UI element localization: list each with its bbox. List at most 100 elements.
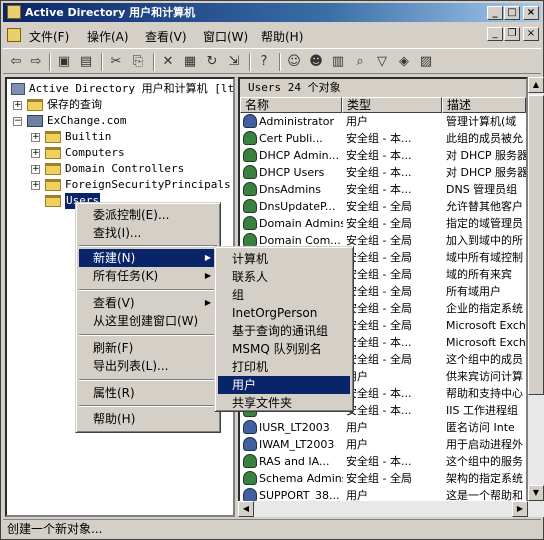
table-row[interactable]: Schema Admins 安全组 - 全局 架构的指定系统: [240, 470, 526, 487]
new-ou-icon[interactable]: ▥: [329, 53, 347, 71]
submenu-item-contact[interactable]: 联系人: [218, 268, 350, 286]
menu-item-new-window[interactable]: 从这里创建窗口(W): [79, 312, 217, 330]
back-arrow-icon[interactable]: ⇦: [7, 53, 25, 71]
vertical-scrollbar[interactable]: ▲ ▼: [528, 77, 544, 517]
expand-toggle[interactable]: +: [13, 101, 22, 110]
submenu-item-group[interactable]: 组: [218, 286, 350, 304]
domain-icon[interactable]: ▨: [417, 53, 435, 71]
table-row[interactable]: RAS and IA... 安全组 - 本... 这个组中的服务: [240, 453, 526, 470]
scroll-right-button[interactable]: ▶: [512, 501, 528, 517]
cell-type: 用户: [346, 438, 368, 451]
scroll-thumb[interactable]: [528, 95, 544, 395]
mdi-close-button[interactable]: ×: [523, 27, 539, 41]
expand-toggle[interactable]: −: [13, 117, 22, 126]
cell-name: Cert Publi...: [259, 132, 323, 145]
help-icon[interactable]: ?: [255, 53, 273, 71]
table-row[interactable]: DHCP Users 安全组 - 本... 对 DHCP 服务器: [240, 164, 526, 181]
menu-item-export-list[interactable]: 导出列表(L)...: [79, 357, 217, 375]
submenu-item-shared-folder[interactable]: 共享文件夹: [218, 394, 350, 412]
scroll-up-button[interactable]: ▲: [528, 77, 544, 93]
expand-toggle[interactable]: +: [31, 133, 40, 142]
menu-item-view[interactable]: 查看(V) ▶: [79, 294, 217, 312]
cell-name: Administrator: [259, 115, 334, 128]
folder-icon: [45, 147, 61, 159]
menu-item-all-tasks[interactable]: 所有任务(K) ▶: [79, 267, 217, 285]
scroll-left-button[interactable]: ◀: [238, 501, 254, 517]
submenu-item-computer[interactable]: 计算机: [218, 250, 350, 268]
menu-window[interactable]: 窗口(W): [203, 28, 248, 45]
cell-name: Schema Admins: [259, 472, 343, 485]
add-to-group-icon[interactable]: ◈: [395, 53, 413, 71]
menu-action[interactable]: 操作(A): [87, 28, 129, 45]
user-icon: [243, 420, 257, 434]
show-tree-icon[interactable]: ▤: [77, 53, 95, 71]
find-icon[interactable]: ⌕: [351, 53, 369, 71]
submenu-item-user[interactable]: 用户: [218, 376, 350, 394]
menu-separator: [79, 245, 217, 247]
cell-type: 安全组 - 本...: [346, 387, 412, 400]
column-header-type[interactable]: 类型: [342, 97, 442, 113]
mdi-minimize-button[interactable]: _: [487, 27, 503, 41]
horizontal-scrollbar[interactable]: ◀ ▶: [238, 501, 528, 517]
table-row[interactable]: DnsUpdateP... 安全组 - 全局 允许替其他客户: [240, 198, 526, 215]
app-icon: [7, 5, 21, 19]
new-user-icon[interactable]: ☺: [285, 53, 303, 71]
table-row[interactable]: Administrator 用户 管理计算机(域: [240, 113, 526, 130]
minimize-button[interactable]: _: [487, 6, 503, 20]
menu-item-properties[interactable]: 属性(R): [79, 384, 217, 402]
table-row[interactable]: IUSR_LT2003 用户 匿名访问 Inte: [240, 419, 526, 436]
maximize-button[interactable]: □: [504, 6, 520, 20]
filter-icon[interactable]: ▽: [373, 53, 391, 71]
mdi-restore-button[interactable]: ❐: [504, 27, 520, 41]
menu-item-find[interactable]: 查找(I)...: [79, 224, 217, 242]
tree-item-label: Builtin: [65, 130, 112, 143]
expand-toggle[interactable]: +: [31, 165, 40, 174]
submenu-item-msmq-alias[interactable]: MSMQ 队列别名: [218, 340, 350, 358]
user-icon: [243, 488, 257, 502]
status-text: 创建一个新对象...: [7, 522, 103, 536]
export-icon[interactable]: ⇲: [225, 53, 243, 71]
cell-name: DHCP Admin...: [259, 149, 340, 162]
cell-description: 匿名访问 Inte: [446, 421, 515, 434]
cell-name: IWAM_LT2003: [259, 438, 335, 451]
cut-icon[interactable]: ✂: [107, 53, 125, 71]
menu-item-refresh[interactable]: 刷新(F): [79, 339, 217, 357]
copy-icon[interactable]: ⎘: [129, 53, 147, 71]
column-header-description[interactable]: 描述: [442, 97, 526, 113]
menu-file[interactable]: 文件(F): [29, 28, 69, 45]
forward-arrow-icon[interactable]: ⇨: [27, 53, 45, 71]
cell-type: 安全组 - 本...: [346, 149, 412, 162]
up-folder-icon[interactable]: ▣: [55, 53, 73, 71]
menu-item-new[interactable]: 新建(N) ▶: [79, 249, 217, 267]
table-row[interactable]: IWAM_LT2003 用户 用于启动进程外: [240, 436, 526, 453]
cell-type: 安全组 - 全局: [346, 251, 412, 264]
submenu-item-query-distribution-group[interactable]: 基于查询的通讯组: [218, 322, 350, 340]
mmc-doc-icon[interactable]: [7, 28, 21, 42]
menu-item-delegate-control[interactable]: 委派控制(E)...: [79, 206, 217, 224]
table-row[interactable]: Domain Admins 安全组 - 全局 指定的域管理员: [240, 215, 526, 232]
table-row[interactable]: Cert Publi... 安全组 - 本... 此组的成员被允: [240, 130, 526, 147]
column-header-name[interactable]: 名称: [240, 97, 342, 113]
expand-toggle[interactable]: +: [31, 181, 40, 190]
menu-item-help[interactable]: 帮助(H): [79, 410, 217, 428]
delete-icon[interactable]: ✕: [159, 53, 177, 71]
close-button[interactable]: ×: [523, 6, 539, 20]
refresh-icon[interactable]: ↻: [203, 53, 221, 71]
cell-description: 允许替其他客户: [446, 200, 523, 213]
submenu-item-printer[interactable]: 打印机: [218, 358, 350, 376]
tree-item-label: 保存的查询: [47, 98, 102, 111]
cell-name: Domain Admins: [259, 217, 343, 230]
new-group-icon[interactable]: ☻: [307, 53, 325, 71]
scroll-down-button[interactable]: ▼: [528, 485, 544, 501]
table-row[interactable]: DnsAdmins 安全组 - 本... DNS 管理员组: [240, 181, 526, 198]
menu-view[interactable]: 查看(V): [145, 28, 187, 45]
submenu-item-inetorgperson[interactable]: InetOrgPerson: [218, 304, 350, 322]
properties-icon[interactable]: ▦: [181, 53, 199, 71]
expand-toggle[interactable]: +: [31, 149, 40, 158]
menu-item-view-label: 查看(V): [93, 296, 135, 310]
group-icon: [243, 233, 257, 247]
cell-description: 域中所有域控制: [446, 251, 523, 264]
menu-help[interactable]: 帮助(H): [261, 28, 303, 45]
table-row[interactable]: DHCP Admin... 安全组 - 本... 对 DHCP 服务器: [240, 147, 526, 164]
cell-type: 安全组 - 本...: [346, 132, 412, 145]
